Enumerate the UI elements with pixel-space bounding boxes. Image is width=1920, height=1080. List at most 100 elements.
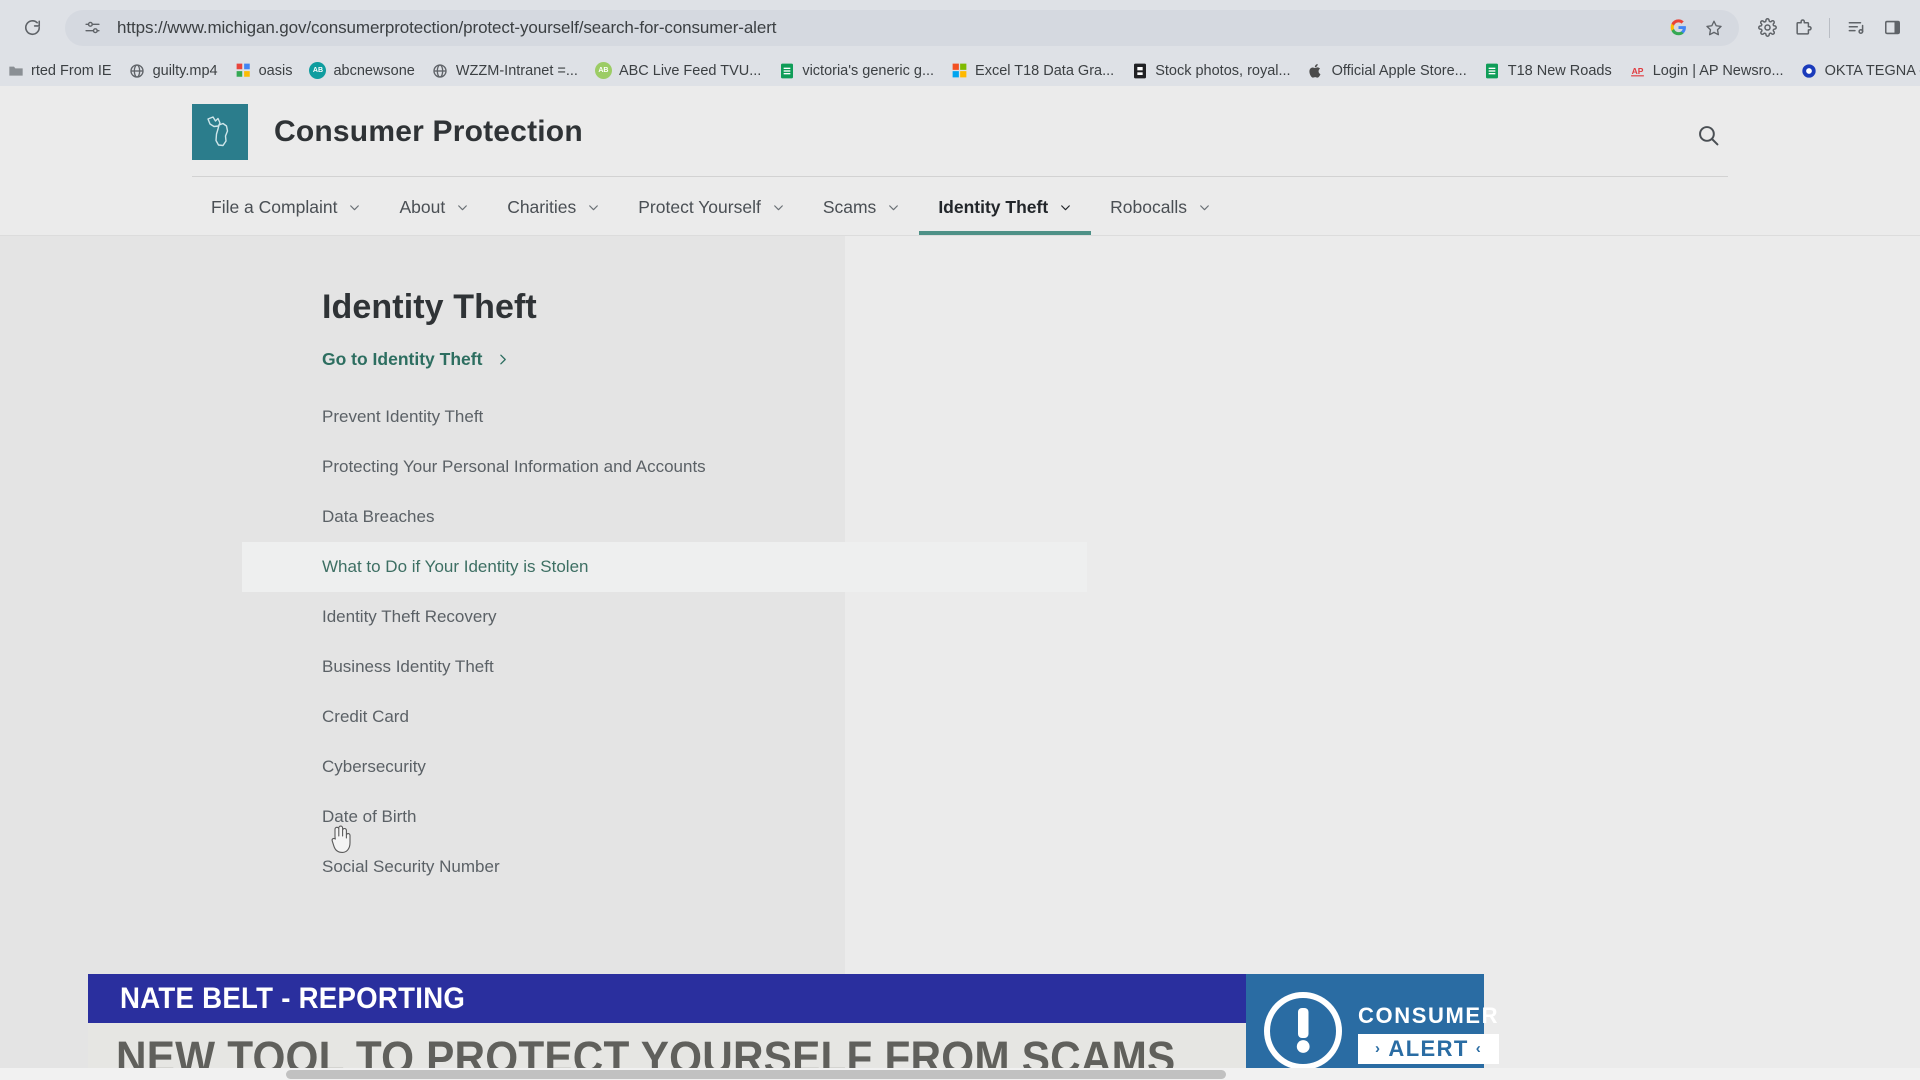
chevron-right-icon xyxy=(496,353,509,366)
microsoft-icon xyxy=(951,62,968,79)
ap-icon: AP xyxy=(1629,62,1646,79)
reading-list-icon[interactable] xyxy=(1838,10,1874,46)
google-lens-icon[interactable] xyxy=(1663,13,1693,43)
side-panel-icon[interactable] xyxy=(1874,10,1910,46)
bookmark-item[interactable]: WZZM-Intranet =... xyxy=(425,58,585,84)
go-to-label: Go to Identity Theft xyxy=(322,349,483,369)
dropdown-link[interactable]: Credit Card xyxy=(242,692,1087,742)
nav-item-charities[interactable]: Charities xyxy=(488,178,619,236)
circle-icon: AB xyxy=(594,62,612,79)
nav-item-file-a-complaint[interactable]: File a Complaint xyxy=(192,178,380,236)
bookmarks-bar: rted From IE guilty.mp4 oasis AB abcnewsone W… xyxy=(0,55,1920,86)
dropdown-link[interactable]: Cybersecurity xyxy=(242,742,1087,792)
bookmark-item[interactable]: Stock photos, royal... xyxy=(1124,58,1297,84)
bookmark-label: oasis xyxy=(258,62,293,79)
site-brand[interactable]: Consumer Protection xyxy=(192,104,583,160)
chevron-down-icon xyxy=(1059,201,1072,214)
bookmark-item[interactable]: T18 New Roads xyxy=(1477,58,1619,84)
bookmark-star-icon[interactable] xyxy=(1699,13,1729,43)
dropdown-link[interactable]: Social Security Number xyxy=(242,842,1087,892)
bookmark-label: rted From IE xyxy=(31,62,112,79)
lower-third-text-block: NATE BELT - REPORTING NEW TOOL TO PROTEC… xyxy=(88,974,1246,1080)
nav-item-scams[interactable]: Scams xyxy=(804,178,919,236)
bookmark-item[interactable]: AB ABC Live Feed TVU... xyxy=(588,58,768,84)
bookmark-label: Excel T18 Data Gra... xyxy=(975,62,1115,79)
michigan-state-outline-icon xyxy=(192,104,248,160)
go-to-identity-theft-link[interactable]: Go to Identity Theft xyxy=(322,349,509,370)
extensions-puzzle-icon[interactable] xyxy=(1785,10,1821,46)
nav-item-label: File a Complaint xyxy=(211,196,338,217)
bookmark-label: T18 New Roads xyxy=(1507,62,1612,79)
nav-item-identity-theft[interactable]: Identity Theft xyxy=(919,178,1092,236)
bookmark-item[interactable]: AP Login | AP Newsro... xyxy=(1622,58,1791,84)
nav-item-protect-yourself[interactable]: Protect Yourself xyxy=(619,178,804,236)
consumer-alert-logo: CONSUMER › ALERT ‹ xyxy=(1246,974,1500,1080)
apple-icon xyxy=(1308,62,1325,79)
nav-item-label: Identity Theft xyxy=(938,196,1049,217)
bookmark-item[interactable]: oasis xyxy=(228,58,300,84)
bookmark-label: guilty.mp4 xyxy=(152,62,218,79)
site-header: Consumer Protection xyxy=(0,86,1920,178)
chrome-right-icon-group xyxy=(1749,10,1920,46)
nav-item-label: Protect Yourself xyxy=(638,196,761,217)
horizontal-scrollbar-thumb[interactable] xyxy=(286,1070,1226,1079)
main-navigation: File a Complaint About Charities Protect Yo… xyxy=(0,178,1920,236)
bookmark-item[interactable]: rted From IE xyxy=(0,58,119,84)
alert-pill: › ALERT ‹ xyxy=(1358,1033,1500,1064)
dropdown-link[interactable]: Date of Birth xyxy=(242,792,1087,842)
reload-icon[interactable] xyxy=(15,11,49,45)
dropdown-link[interactable]: Protecting Your Personal Information and… xyxy=(242,442,1087,492)
bookmark-item[interactable]: AB abcnewsone xyxy=(302,58,421,84)
chevron-down-icon xyxy=(587,201,600,214)
bookmark-label: victoria's generic g... xyxy=(802,62,935,79)
web-page: Consumer Protection File a Complaint Abou… xyxy=(0,86,1920,1080)
nav-item-label: About xyxy=(399,196,446,217)
globe-icon xyxy=(432,62,449,79)
exclamation-circle-icon xyxy=(1260,988,1346,1079)
chevron-down-icon xyxy=(456,201,469,214)
dropdown-link[interactable]: What to Do if Your Identity is Stolen xyxy=(242,542,1087,592)
horizontal-scrollbar-track[interactable] xyxy=(0,1068,1920,1080)
page-title: Consumer Protection xyxy=(274,115,583,148)
dropdown-link[interactable]: Data Breaches xyxy=(242,492,1087,542)
broadcast-lower-third: NATE BELT - REPORTING NEW TOOL TO PROTEC… xyxy=(88,974,1500,1080)
nav-item-about[interactable]: About xyxy=(380,178,488,236)
address-bar[interactable]: https://www.michigan.gov/consumerprotect… xyxy=(65,9,1739,46)
bookmark-label: ABC Live Feed TVU... xyxy=(618,62,762,79)
identity-theft-dropdown-panel: Identity Theft Go to Identity Theft Prev… xyxy=(0,236,1920,1080)
dropdown-content: Identity Theft Go to Identity Theft Prev… xyxy=(0,236,1087,1080)
bookmark-label: abcnewsone xyxy=(333,62,415,79)
nav-item-robocalls[interactable]: Robocalls xyxy=(1091,178,1230,236)
bookmark-item[interactable]: Excel T18 Data Gra... xyxy=(944,58,1121,84)
sheets-icon xyxy=(778,62,795,79)
browser-toolbar: https://www.michigan.gov/consumerprotect… xyxy=(0,0,1920,55)
bookmark-item[interactable]: guilty.mp4 xyxy=(122,58,225,84)
bookmark-item[interactable]: victoria's generic g... xyxy=(771,58,941,84)
globe-icon xyxy=(129,62,146,79)
tune-icon[interactable] xyxy=(79,15,105,41)
chevron-down-icon xyxy=(348,201,361,214)
sheets-icon xyxy=(1484,62,1501,79)
dropdown-link[interactable]: Prevent Identity Theft xyxy=(242,392,1087,442)
bookmark-label: Login | AP Newsro... xyxy=(1652,62,1784,79)
grid-icon xyxy=(235,62,252,79)
bookmark-item[interactable]: OKTA TEGNA - Sig... xyxy=(1794,58,1920,84)
okta-icon xyxy=(1801,62,1818,79)
search-icon[interactable] xyxy=(1691,118,1725,152)
circle-icon: AB xyxy=(309,62,327,79)
settings-gear-icon[interactable] xyxy=(1749,10,1785,46)
chevron-down-icon xyxy=(772,201,785,214)
consumer-word: CONSUMER xyxy=(1358,1002,1500,1028)
browser-chrome: https://www.michigan.gov/consumerprotect… xyxy=(0,0,1920,86)
bookmark-label: OKTA TEGNA - Sig... xyxy=(1824,62,1920,79)
bookmark-label: WZZM-Intranet =... xyxy=(455,62,578,79)
dropdown-link[interactable]: Identity Theft Recovery xyxy=(242,592,1087,642)
reporter-bar: NATE BELT - REPORTING xyxy=(88,974,1246,1023)
folder-icon xyxy=(7,62,24,79)
bookmark-item[interactable]: Official Apple Store... xyxy=(1301,58,1474,84)
dropdown-link[interactable]: Business Identity Theft xyxy=(242,642,1087,692)
dark-square-icon xyxy=(1131,62,1148,79)
toolbar-divider xyxy=(1829,17,1830,38)
chevron-left-glyph: ‹ xyxy=(1475,1040,1483,1057)
bookmark-label: Official Apple Store... xyxy=(1331,62,1467,79)
